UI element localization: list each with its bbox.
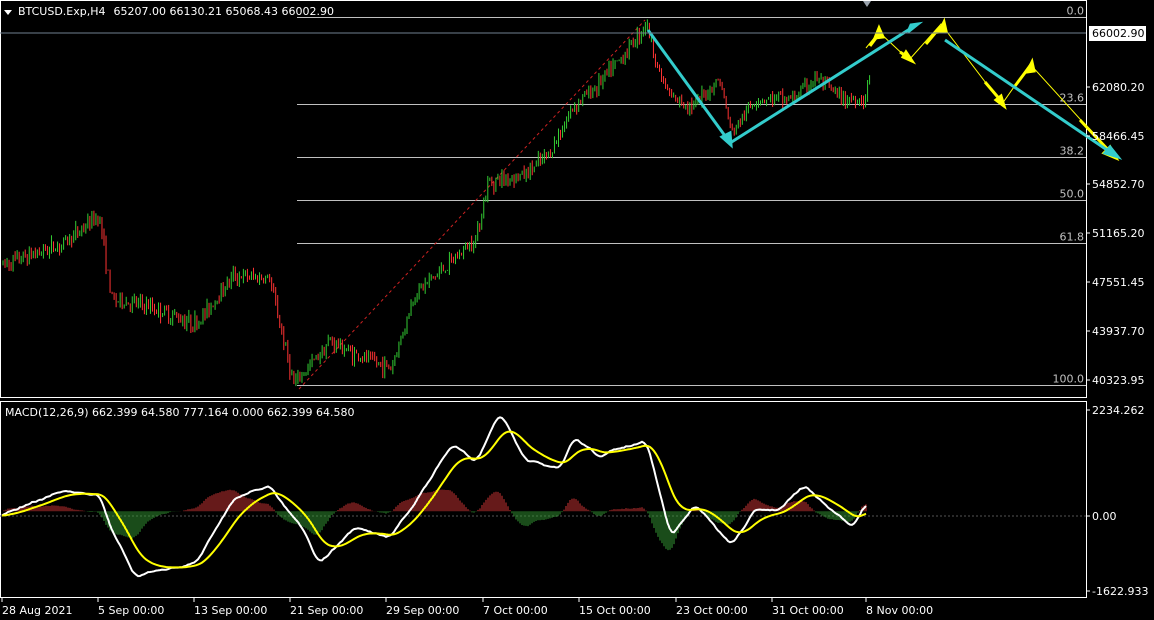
price-tick-label: 40323.95 [1092,374,1145,387]
time-tick-label: 13 Sep 00:00 [194,604,267,617]
trend-arrows [646,21,1123,160]
macd-tick-label: 2234.262 [1092,404,1145,417]
fib-level-label: 61.8 [1060,231,1085,244]
price-tick-label: 54852.70 [1092,178,1145,191]
trading-chart[interactable]: 0.0 23.6 38.2 50.0 61.8 100.0 BTCUSD.Exp,H4 65… [0,0,1154,620]
time-tick-label: 21 Sep 00:00 [290,604,363,617]
time-tick-label: 5 Sep 00:00 [98,604,164,617]
fib-level-label: 38.2 [1060,145,1085,158]
chart-symbol-header: BTCUSD.Exp,H4 65207.00 66130.21 65068.43 … [18,5,334,18]
price-candles [2,19,871,387]
zigzag-projection [865,23,1111,153]
time-tick-label: 28 Aug 2021 [2,604,72,617]
fibonacci-base-line [298,19,646,390]
time-tick-label: 8 Nov 00:00 [866,604,933,617]
price-panel-frame [0,0,1087,398]
fib-level-label: 50.0 [1060,188,1085,201]
macd-tick-label: 0.00 [1092,510,1117,523]
fib-level-label: 0.0 [1067,5,1085,18]
price-tick-label: 62080.20 [1092,81,1145,94]
time-tick-label: 15 Oct 00:00 [579,604,651,617]
ohlc-values: 65207.00 66130.21 65068.43 66002.90 [114,5,334,18]
time-tick-label: 23 Oct 00:00 [676,604,748,617]
symbol-menu-icon[interactable] [4,10,12,15]
current-price-label: 66002.90 [1092,27,1145,40]
price-tick-label: 47551.45 [1092,276,1145,289]
macd-panel-frame [0,401,1087,598]
fibonacci-levels: 0.0 23.6 38.2 50.0 61.8 100.0 [297,5,1086,386]
time-tick-label: 7 Oct 00:00 [483,604,548,617]
price-tick-label: 58466.45 [1092,130,1145,143]
price-tick-label: 43937.70 [1092,325,1145,338]
chart-shift-marker-icon[interactable] [863,1,871,7]
macd-tick-label: -1622.933 [1092,585,1148,598]
symbol-label: BTCUSD.Exp,H4 [18,5,106,18]
price-axis: 62080.20 58466.45 54852.70 51165.20 47551.45… [1086,81,1145,387]
fib-level-label: 100.0 [1053,373,1085,386]
zigzag-arrows [868,17,1120,162]
fib-level-label: 23.6 [1060,92,1085,105]
macd-axis: 2234.262 0.00 -1622.933 [1086,404,1148,598]
price-tick-label: 51165.20 [1092,227,1145,240]
macd-indicator-title: MACD(12,26,9) 662.399 64.580 777.164 0.0… [5,406,354,419]
time-tick-label: 29 Sep 00:00 [386,604,459,617]
time-axis: 28 Aug 2021 5 Sep 00:00 13 Sep 00:00 21 Sep… [1,598,933,617]
time-tick-label: 31 Oct 00:00 [772,604,844,617]
